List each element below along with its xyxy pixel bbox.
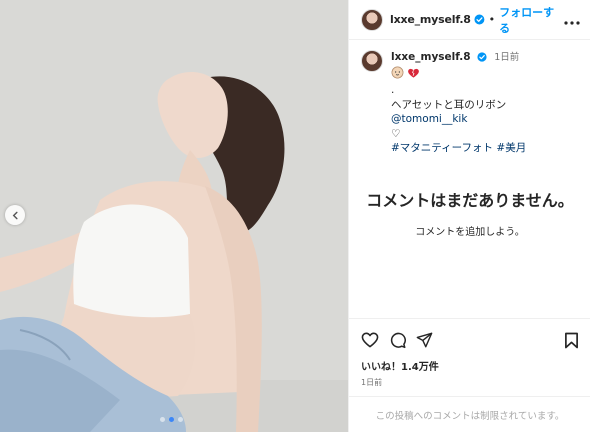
broken-heart-icon [408, 68, 420, 78]
photo-image [0, 0, 348, 432]
caption-emoji-line [391, 66, 578, 84]
baby-face-icon [391, 66, 404, 78]
caption-credit-line: ヘアセットと耳のリボン @tomomi__kik [391, 98, 578, 127]
heart-icon [361, 332, 379, 348]
like-button[interactable] [361, 332, 379, 348]
comment-restricted-notice: この投稿へのコメントは制限されています。 [349, 396, 590, 432]
caption-time[interactable]: 1日前 [494, 52, 519, 63]
caption-avatar[interactable] [361, 50, 383, 72]
paper-plane-icon [416, 332, 433, 348]
caption-hashtags: #マタニティーフォト #美月 [391, 141, 578, 156]
caption-mention-link[interactable]: @tomomi__kik [391, 113, 467, 125]
save-button[interactable] [564, 332, 579, 349]
comment-button[interactable] [389, 332, 406, 349]
empty-comments-subtitle: コメントを追加しよう。 [415, 227, 525, 238]
action-icons [361, 329, 579, 351]
caption-username[interactable]: lxxe_myself.8 [391, 51, 471, 63]
post-timestamp[interactable]: 1日前 [361, 377, 579, 388]
avatar[interactable] [361, 8, 383, 31]
likes-count[interactable]: いいね！1.4万件 [361, 358, 579, 373]
post-header: lxxe_myself.8 • フォローする [349, 0, 590, 40]
empty-comments-title: コメントはまだありません。 [366, 191, 574, 210]
comment-icon [390, 332, 406, 348]
bookmark-icon [565, 332, 578, 348]
hashtag-link[interactable]: #マタニティーフォト [391, 142, 493, 154]
caption-dot-line: . [391, 84, 395, 96]
header-username[interactable]: lxxe_myself.8 [390, 13, 471, 26]
verified-badge-icon [474, 14, 485, 25]
caption-credit-text: ヘアセットと耳のリボン [391, 98, 507, 111]
carousel-prev-button[interactable] [5, 205, 25, 225]
caption-heart-line: ♡ [391, 127, 401, 140]
post-caption: lxxe_myself.8 1日前 . ヘアセットと耳のリボン @tomomi_… [349, 40, 590, 156]
more-options-button[interactable] [564, 10, 580, 29]
follow-button[interactable]: フォローする [499, 4, 564, 36]
separator-dot: • [488, 13, 496, 26]
carousel-indicator [160, 417, 183, 422]
ellipsis-icon [564, 21, 580, 25]
carousel-dot-active [169, 417, 174, 422]
post-side-panel: lxxe_myself.8 • フォローする lxxe_myself.8 1日前… [348, 0, 590, 432]
post-actions: いいね！1.4万件 1日前 [349, 318, 590, 388]
post-media [0, 0, 348, 432]
post-dialog: lxxe_myself.8 • フォローする lxxe_myself.8 1日前… [0, 0, 590, 432]
chevron-left-icon [12, 211, 18, 219]
share-button[interactable] [416, 332, 433, 348]
carousel-dot [160, 417, 165, 422]
verified-badge-icon [477, 52, 487, 62]
carousel-dot [178, 417, 183, 422]
empty-comments: コメントはまだありません。 コメントを追加しよう。 [349, 190, 590, 238]
hashtag-link[interactable]: #美月 [496, 142, 526, 154]
caption-body: lxxe_myself.8 1日前 . ヘアセットと耳のリボン @tomomi_… [391, 50, 578, 156]
